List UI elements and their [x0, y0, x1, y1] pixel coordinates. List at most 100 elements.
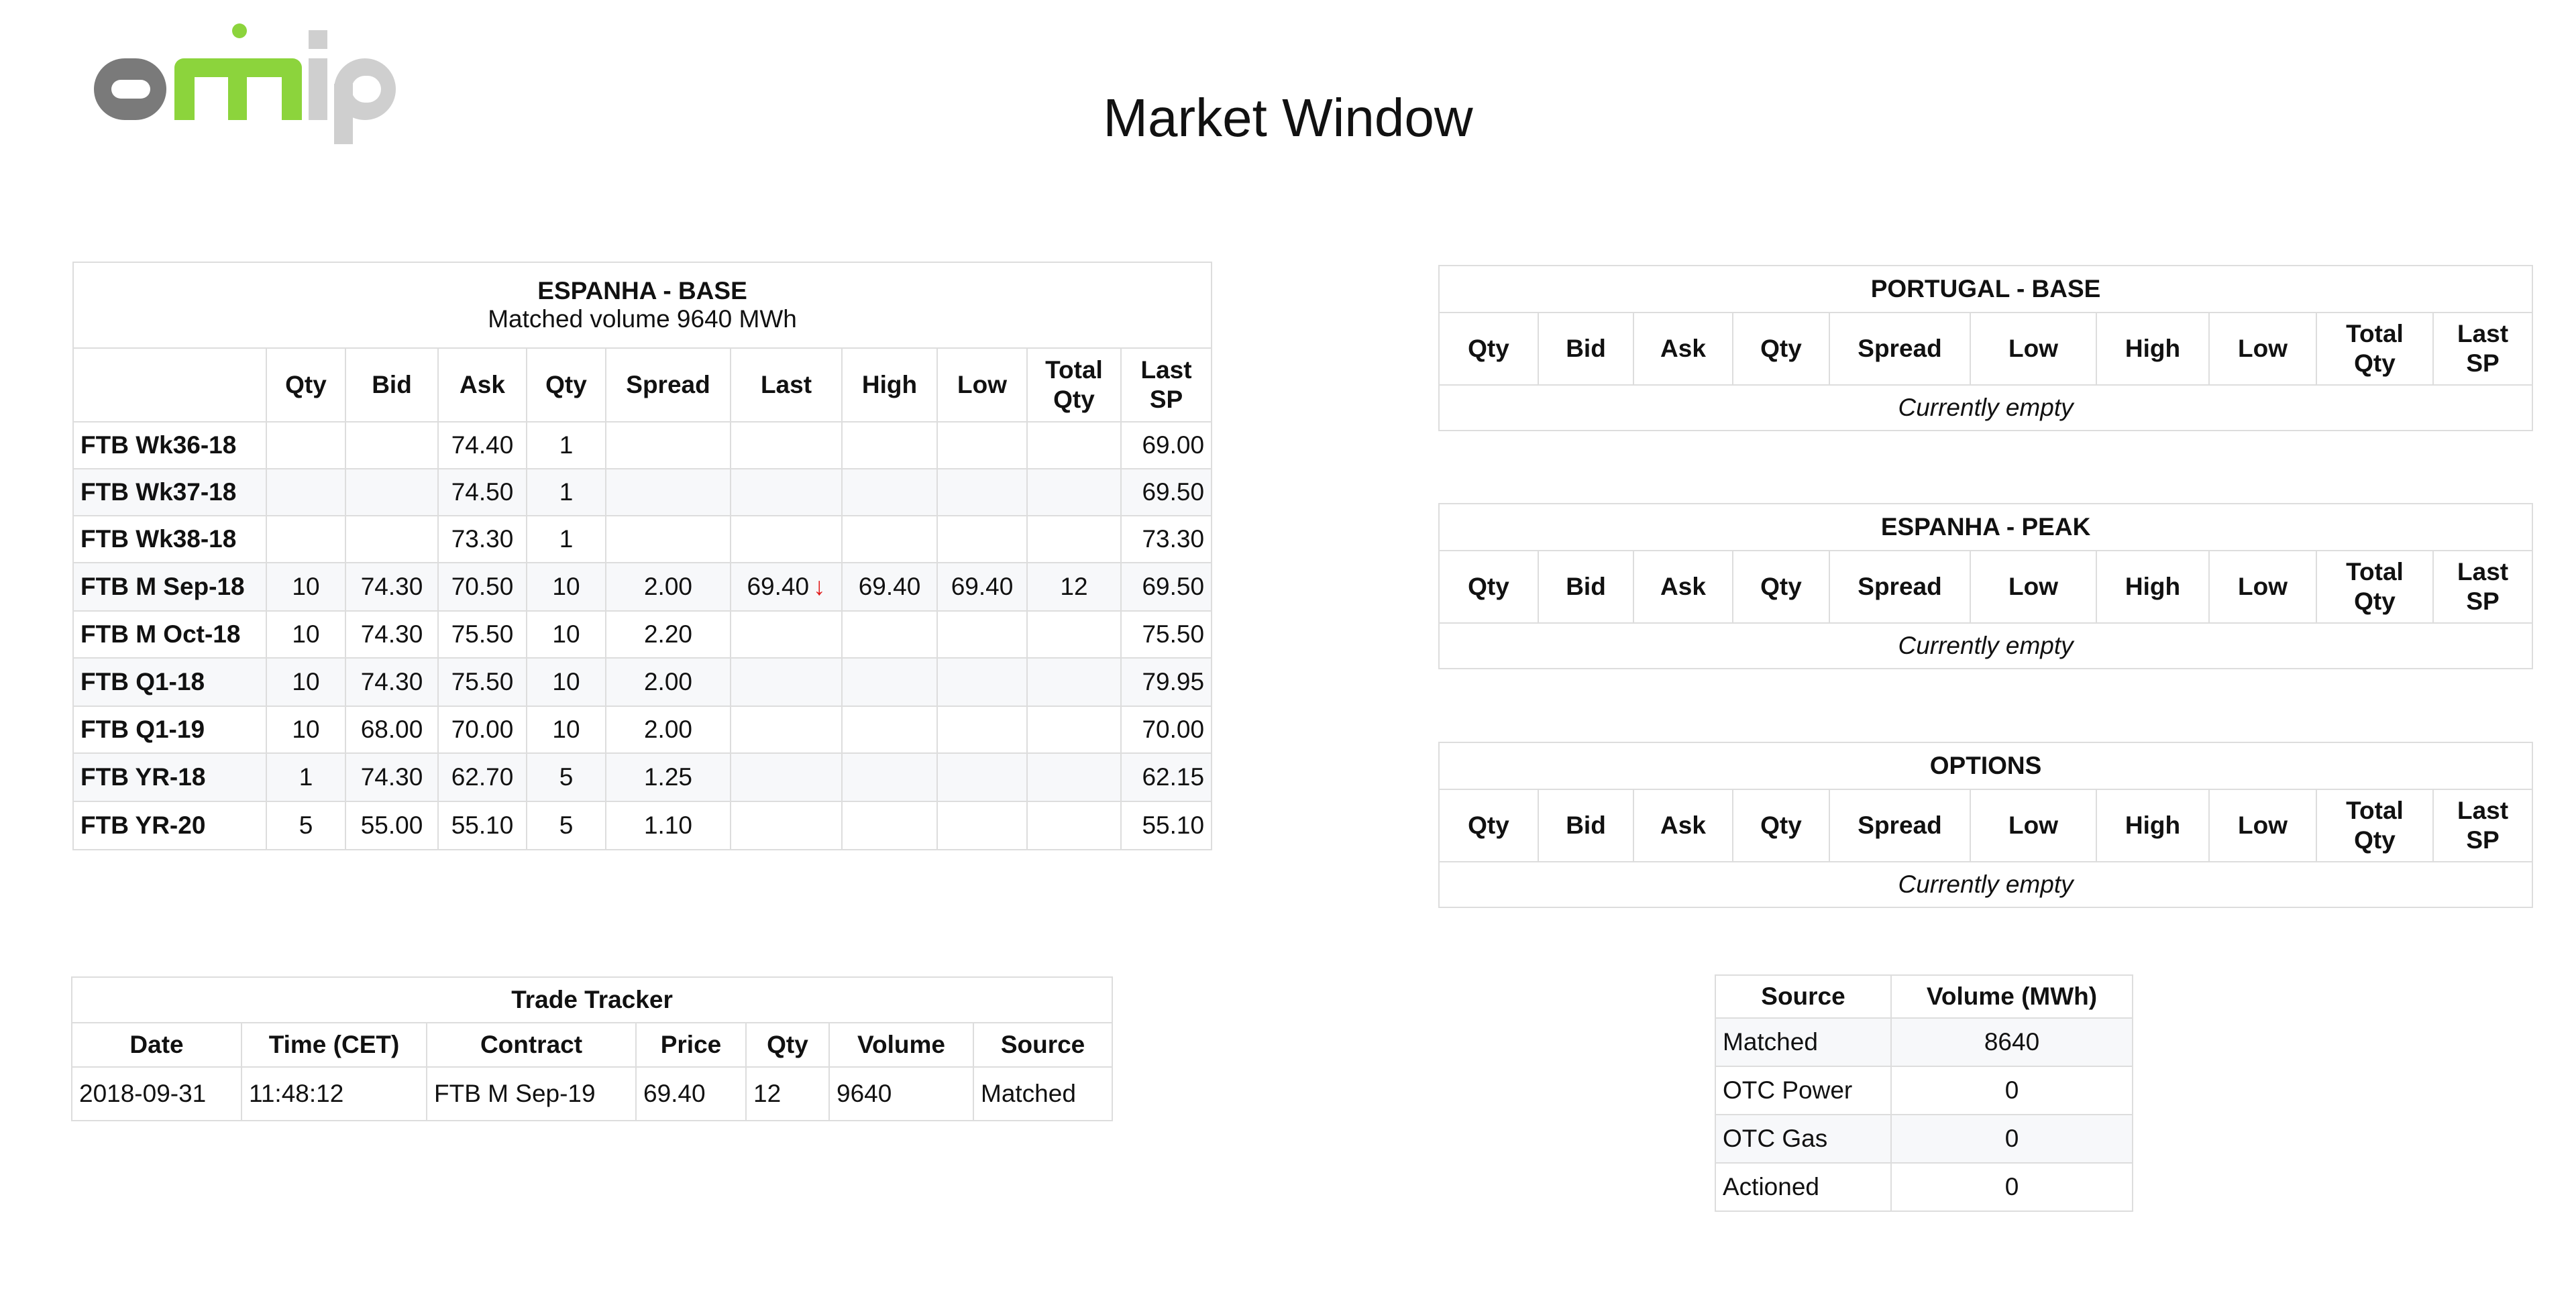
table-row: FTB YR-18 1 74.30 62.70 5 1.25 62.15	[72, 752, 1213, 802]
cell-qty-ask: 1	[526, 515, 606, 563]
cell-high	[841, 706, 938, 754]
cell-last	[730, 657, 843, 707]
cell-total-qty: 12	[1026, 562, 1122, 612]
cell-value: FTB Wk37-18	[80, 478, 237, 506]
tt-header-source: Source	[972, 1022, 1114, 1068]
table-row: FTB M Sep-18 10 74.30 70.50 10 2.00 69.40 ↓ 69.4…	[72, 562, 1213, 612]
cell-qty-bid: 10	[266, 610, 346, 659]
cell-spread: 2.00	[605, 706, 731, 754]
options-panel: OPTIONS Qty Bid Ask Qty Spread Low High Low Total…	[1438, 742, 2534, 908]
panel-header: Low	[2208, 789, 2317, 862]
cell-last	[730, 468, 843, 516]
header-ask: Ask	[437, 347, 527, 423]
cell-high	[841, 421, 938, 469]
panel-header: Qty	[1732, 312, 1830, 386]
cell-last-sp: 79.95	[1120, 657, 1213, 707]
cell-value: 10	[552, 573, 580, 600]
cell-value: 10	[552, 668, 580, 695]
cell-spread	[605, 515, 731, 563]
cell-value: 1	[299, 763, 313, 791]
header-low: Low	[936, 347, 1028, 423]
panel-header: Qty	[1438, 312, 1539, 386]
cell-high	[841, 752, 938, 802]
cell-value: 74.30	[360, 668, 423, 695]
header-qty-bid: Qty	[266, 347, 346, 423]
cell-contract: FTB Wk38-18	[72, 515, 267, 563]
header-contract	[72, 347, 267, 423]
panel-title: PORTUGAL - BASE	[1438, 265, 2534, 313]
cell-bid: 74.30	[345, 610, 439, 659]
cell-qty-ask: 10	[526, 610, 606, 659]
cell-last-sp: 70.00	[1120, 706, 1213, 754]
cell-value: 62.15	[1142, 763, 1205, 791]
vs-volume: 0	[1890, 1066, 2133, 1115]
panel-header: Bid	[1538, 789, 1634, 862]
cell-ask: 75.50	[437, 657, 527, 707]
cell-value: 69.40	[858, 573, 921, 600]
cell-bid	[345, 421, 439, 469]
cell-value: FTB M Sep-18	[80, 573, 245, 600]
panel-header: Total Qty	[2316, 550, 2434, 624]
cell-bid: 68.00	[345, 706, 439, 754]
panel-header: Qty	[1438, 789, 1539, 862]
tt-contract: FTB M Sep-19	[426, 1066, 637, 1121]
panel-title: ESPANHA - PEAK	[1438, 503, 2534, 551]
cell-value: 79.95	[1142, 668, 1205, 695]
panel-header: Qty	[1732, 789, 1830, 862]
panel-header: Bid	[1538, 550, 1634, 624]
trade-tracker-table: Trade Tracker Date Time (CET) Contract P…	[70, 976, 1114, 1121]
panel-header: High	[2096, 550, 2210, 624]
cell-low	[936, 706, 1028, 754]
cell-low	[936, 468, 1028, 516]
cell-value: 2.00	[643, 716, 692, 743]
table-row: 2018-09-31 11:48:12 FTB M Sep-19 69.40 1…	[71, 1066, 1114, 1121]
table-row: FTB M Oct-18 10 74.30 75.50 10 2.20 75.50	[72, 610, 1213, 659]
cell-last	[730, 515, 843, 563]
cell-value: 75.50	[1142, 620, 1205, 648]
cell-value: 55.10	[451, 811, 514, 839]
panel-header: Spread	[1829, 550, 1971, 624]
vs-source: Matched	[1715, 1017, 1892, 1067]
cell-total-qty	[1026, 421, 1122, 469]
cell-total-qty	[1026, 752, 1122, 802]
panel-header: Total Qty	[2316, 789, 2434, 862]
cell-contract: FTB M Oct-18	[72, 610, 267, 659]
cell-qty-ask: 10	[526, 657, 606, 707]
vs-source: Actioned	[1715, 1162, 1892, 1212]
cell-last	[730, 801, 843, 850]
cell-contract: FTB YR-18	[72, 752, 267, 802]
tt-price: 69.40	[635, 1066, 747, 1121]
empty-state-text: Currently empty	[1438, 384, 2534, 431]
cell-value: 5	[559, 811, 574, 839]
cell-qty-ask: 5	[526, 801, 606, 850]
cell-value: 1	[559, 478, 574, 506]
cell-spread	[605, 468, 731, 516]
matched-volume-text: Matched volume 9640 MWh	[488, 305, 797, 333]
cell-value: FTB YR-18	[80, 763, 206, 791]
vs-source: OTC Power	[1715, 1066, 1892, 1115]
cell-value: 69.50	[1142, 573, 1205, 600]
cell-value: 2.00	[643, 573, 692, 600]
cell-qty-bid: 10	[266, 706, 346, 754]
cell-value: 1	[559, 431, 574, 459]
cell-qty-bid: 10	[266, 562, 346, 612]
panel-header: Last SP	[2432, 550, 2534, 624]
cell-ask: 70.50	[437, 562, 527, 612]
panel-header: Ask	[1633, 312, 1733, 386]
cell-qty-ask: 10	[526, 562, 606, 612]
cell-value: 62.70	[451, 763, 514, 791]
cell-bid	[345, 515, 439, 563]
panel-header: Ask	[1633, 789, 1733, 862]
panel-header: Qty	[1732, 550, 1830, 624]
header-high: High	[841, 347, 938, 423]
cell-value: 75.50	[451, 668, 514, 695]
arrow-down-icon: ↓	[813, 573, 826, 600]
cell-value: 10	[292, 620, 320, 648]
cell-total-qty	[1026, 468, 1122, 516]
cell-spread: 2.00	[605, 562, 731, 612]
cell-value: FTB YR-20	[80, 811, 206, 839]
cell-last-sp: 69.50	[1120, 562, 1213, 612]
cell-ask: 74.40	[437, 421, 527, 469]
cell-value: 73.30	[1142, 525, 1205, 553]
cell-value: 10	[292, 668, 320, 695]
